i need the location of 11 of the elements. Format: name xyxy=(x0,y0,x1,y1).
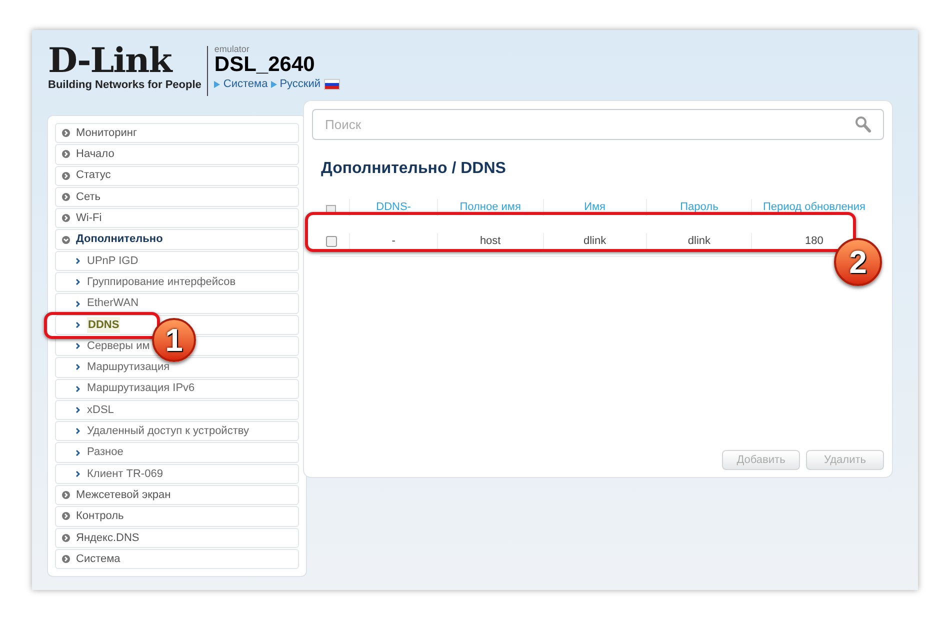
table-cell: dlink xyxy=(583,235,606,248)
logo: D-Link xyxy=(48,44,172,78)
table-cell: - xyxy=(392,235,396,248)
page-title: Дополнительно / DDNS xyxy=(321,159,507,179)
emulator-label: emulator xyxy=(214,44,250,54)
model-name: DSL_2640 xyxy=(214,54,316,76)
search-input: Поиск xyxy=(325,114,855,134)
table-cell: host xyxy=(480,235,501,248)
tagline: Building Networks for People xyxy=(48,78,202,92)
table-cell: 180 xyxy=(805,235,824,248)
table-cell: dlink xyxy=(688,235,711,248)
